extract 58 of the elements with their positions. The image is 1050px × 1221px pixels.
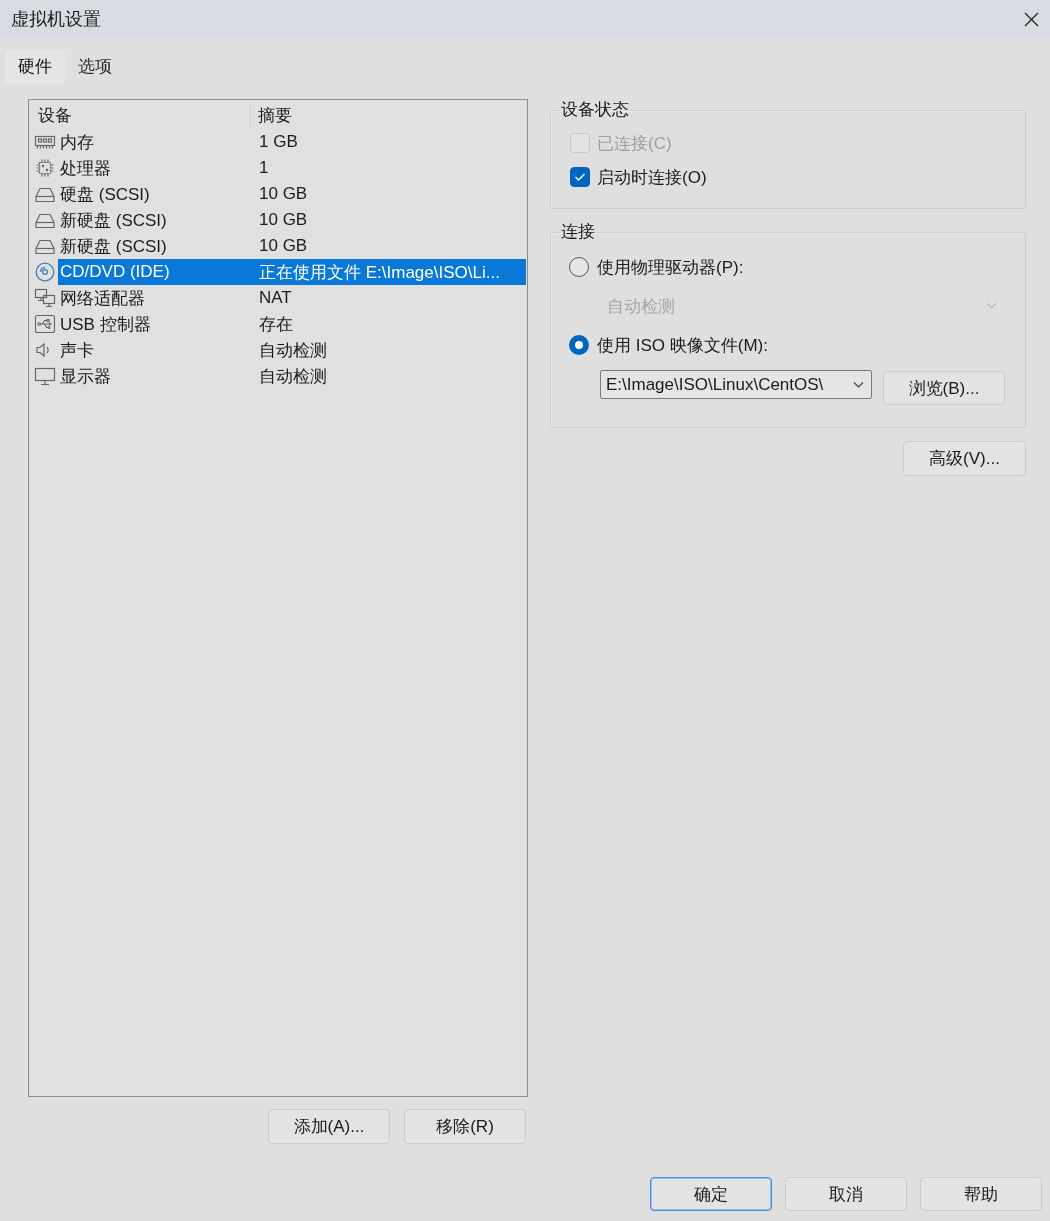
device-summary: 10 GB [259, 210, 308, 229]
device-row[interactable]: 声卡 自动检测 [58, 337, 526, 363]
group-title: 连接 [560, 221, 596, 243]
radio-label[interactable]: 使用 ISO 映像文件(M): [597, 333, 768, 357]
device-row[interactable]: 新硬盘 (SCSI) 10 GB [58, 207, 526, 233]
device-name: CD/DVD (IDE) [60, 262, 170, 281]
device-row[interactable]: 处理器 1 [58, 155, 526, 181]
column-header: 设备 [38, 106, 72, 125]
device-row[interactable]: 新硬盘 (SCSI) 10 GB [58, 233, 526, 259]
device-name: 显示器 [60, 366, 111, 386]
chip-icon [34, 158, 56, 178]
device-name: 声卡 [60, 340, 94, 360]
network-icon [34, 288, 56, 308]
checkbox-label[interactable]: 启动时连接(O) [597, 165, 707, 189]
device-row[interactable]: 网络适配器 NAT [58, 285, 526, 311]
device-name: 硬盘 (SCSI) [60, 184, 150, 204]
device-name: 内存 [60, 132, 94, 152]
caret-icon[interactable] [853, 380, 864, 389]
device-summary: 1 [259, 158, 269, 177]
browse-button[interactable]: 浏览(B)... [883, 371, 1005, 405]
window-title: 虚拟机设置 [11, 8, 101, 31]
checkbox[interactable] [570, 167, 590, 187]
device-name: 处理器 [60, 158, 111, 178]
device-row[interactable]: 显示器 自动检测 [58, 363, 526, 389]
advanced-button[interactable]: 高级(V)... [903, 441, 1026, 476]
device-row[interactable]: 内存 1 GB [58, 129, 526, 155]
tab[interactable]: 硬件 [5, 50, 65, 84]
radio-label[interactable]: 使用物理驱动器(P): [597, 255, 744, 279]
dialog-button[interactable]: 移除(R) [404, 1109, 526, 1144]
disc-icon [34, 262, 56, 282]
device-row[interactable]: 硬盘 (SCSI) 10 GB [58, 181, 526, 207]
iso-path-combobox[interactable]: E:\Image\ISO\Linux\CentOS\ [600, 370, 872, 399]
device-summary: 存在 [259, 314, 293, 334]
device-name: USB 控制器 [60, 314, 151, 334]
device-name: 新硬盘 (SCSI) [60, 210, 167, 230]
tab[interactable]: 选项 [65, 50, 125, 84]
device-summary: 10 GB [259, 236, 308, 255]
dialog-button[interactable]: 取消 [785, 1177, 907, 1211]
device-summary: 自动检测 [259, 366, 327, 386]
device-summary: 正在使用文件 E:\Image\ISO\Li... [259, 262, 500, 282]
usb-icon [34, 314, 56, 334]
device-row[interactable]: CD/DVD (IDE) 正在使用文件 E:\Image\ISO\Li... [58, 259, 526, 285]
close-icon[interactable] [1024, 11, 1039, 27]
dialog-button[interactable]: 确定 [650, 1177, 772, 1211]
device-summary: 1 GB [259, 132, 298, 151]
radio-button[interactable] [569, 335, 589, 355]
radio-button[interactable] [569, 257, 589, 277]
device-name: 网络适配器 [60, 288, 145, 308]
device-summary: NAT [259, 288, 292, 307]
device-row[interactable]: USB 控制器 存在 [58, 311, 526, 337]
column-header: 摘要 [258, 106, 292, 125]
dialog-button[interactable]: 帮助 [920, 1177, 1042, 1211]
monitor-icon [34, 366, 56, 386]
dialog-button[interactable]: 添加(A)... [268, 1109, 390, 1144]
device-name: 新硬盘 (SCSI) [60, 236, 167, 256]
group-title: 设备状态 [560, 99, 630, 121]
device-summary: 10 GB [259, 184, 308, 203]
device-summary: 自动检测 [259, 340, 327, 360]
